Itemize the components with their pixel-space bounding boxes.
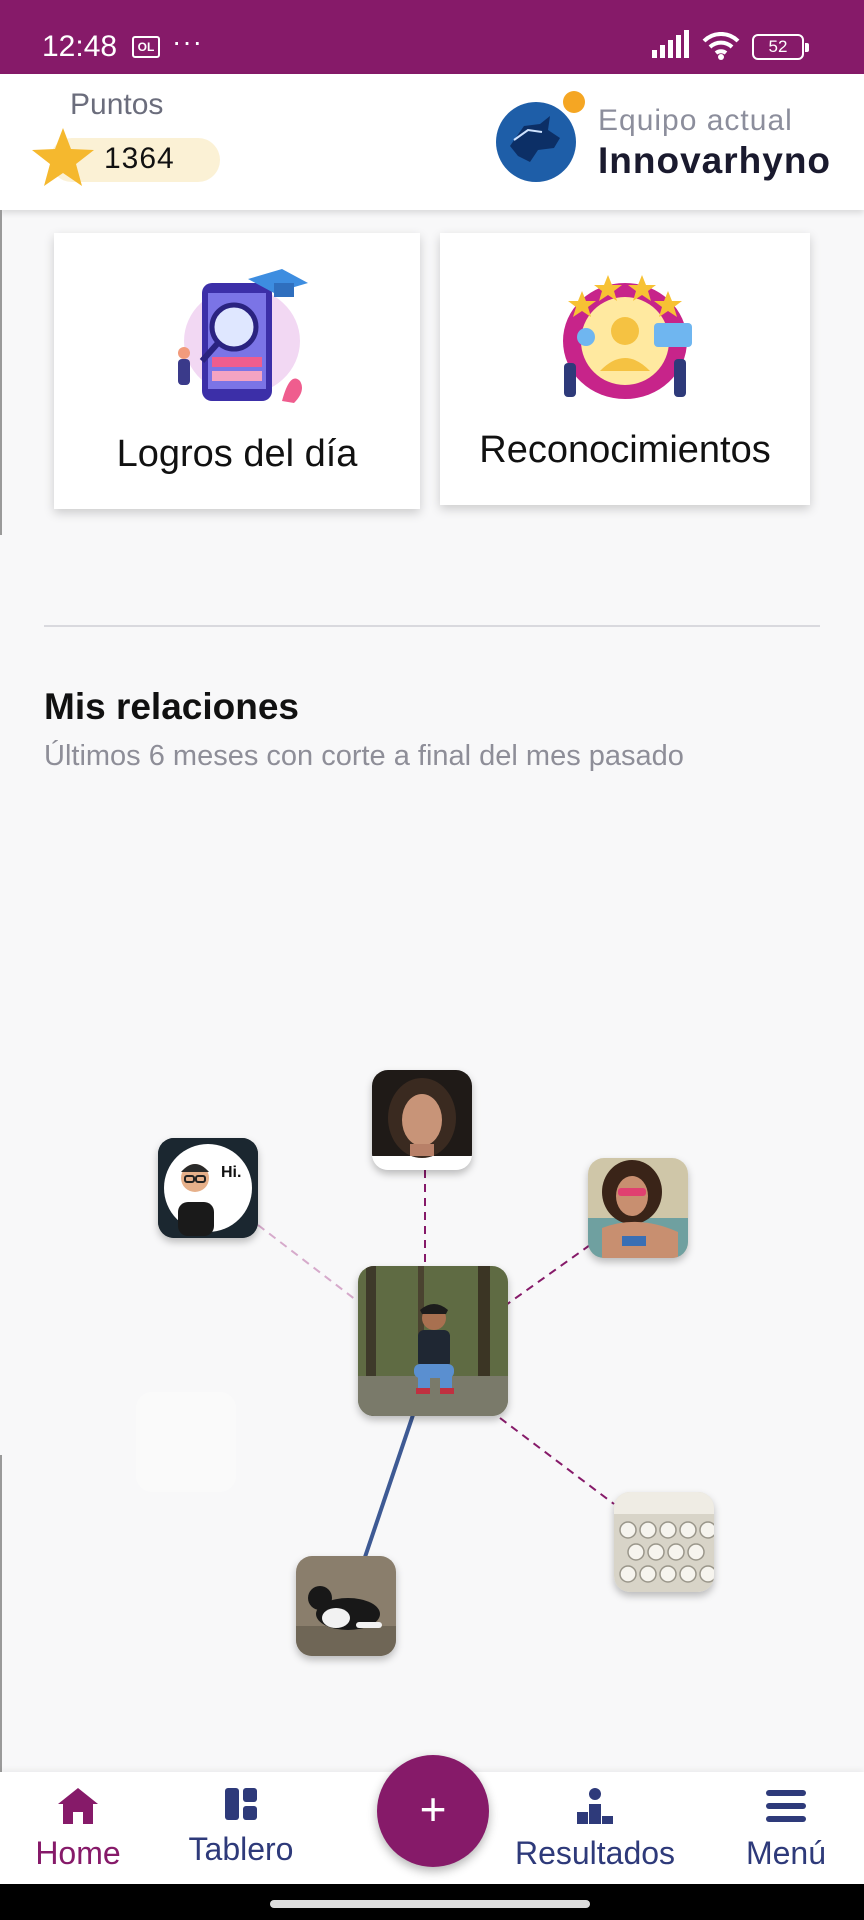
nav-resultados[interactable]: Resultados xyxy=(500,1786,690,1872)
nav-tablero[interactable]: Tablero xyxy=(176,1786,306,1868)
connection-line xyxy=(362,1411,416,1561)
bitmoji-hi-text: Hi. xyxy=(221,1164,242,1181)
app-header: Puntos 1364 Equipo actual Innovarhyno xyxy=(0,74,864,210)
hidden-contact-avatar[interactable] xyxy=(136,1392,236,1492)
connection-line xyxy=(505,1244,591,1306)
contact-avatar-woman-curly-hair[interactable] xyxy=(372,1070,472,1170)
nav-home-label: Home xyxy=(35,1835,121,1871)
outlook-notification-icon: OL xyxy=(132,36,160,58)
recognitions-title: Reconocimientos xyxy=(479,429,771,471)
dashboard-icon xyxy=(225,1788,257,1820)
home-gesture-handle[interactable] xyxy=(270,1900,590,1908)
contact-avatar-keyboard[interactable] xyxy=(614,1492,714,1592)
nav-menu-label: Menú xyxy=(745,1835,827,1871)
contact-avatar-woman-sunglasses[interactable] xyxy=(588,1158,688,1258)
status-bar: 12:48 OL ··· 52 xyxy=(0,0,864,74)
rhino-team-logo-icon xyxy=(496,91,585,182)
star-icon xyxy=(32,128,94,186)
relations-subtitle: Últimos 6 meses con corte a final del me… xyxy=(44,740,684,772)
nav-menu[interactable]: Menú xyxy=(736,1786,836,1872)
points-label: Puntos xyxy=(70,88,164,121)
add-button[interactable]: + xyxy=(377,1755,489,1867)
team-name: Innovarhyno xyxy=(598,140,832,181)
scroll-edge xyxy=(0,210,2,535)
menu-icon xyxy=(766,1790,806,1822)
nav-home[interactable]: Home xyxy=(28,1786,128,1872)
signal-icon xyxy=(652,30,689,58)
more-notifications-icon: ··· xyxy=(172,26,203,57)
achievements-card[interactable]: Logros del día xyxy=(54,233,420,509)
points-value: 1364 xyxy=(104,142,175,175)
battery-icon: 52 xyxy=(752,34,809,60)
contact-avatar-dog[interactable] xyxy=(296,1556,396,1656)
home-icon xyxy=(58,1788,98,1824)
podium-icon xyxy=(577,1788,613,1824)
recognitions-card[interactable]: Reconocimientos xyxy=(440,233,810,505)
connection-line xyxy=(257,1224,357,1301)
team-label: Equipo actual xyxy=(598,104,793,137)
nav-tablero-label: Tablero xyxy=(188,1831,294,1867)
achievements-illustration-icon xyxy=(178,269,308,403)
gesture-bar-area xyxy=(0,1884,864,1920)
status-time: 12:48 xyxy=(42,30,118,63)
connection-line xyxy=(499,1417,615,1505)
current-user-avatar[interactable] xyxy=(358,1266,508,1416)
achievements-title: Logros del día xyxy=(116,433,358,475)
nav-resultados-label: Resultados xyxy=(514,1835,676,1871)
relations-title: Mis relaciones xyxy=(44,686,300,727)
section-divider xyxy=(44,625,820,627)
recognitions-illustration-icon xyxy=(563,275,692,399)
wifi-icon xyxy=(702,32,740,60)
contact-avatar-bitmoji[interactable]: Hi. xyxy=(158,1138,258,1238)
